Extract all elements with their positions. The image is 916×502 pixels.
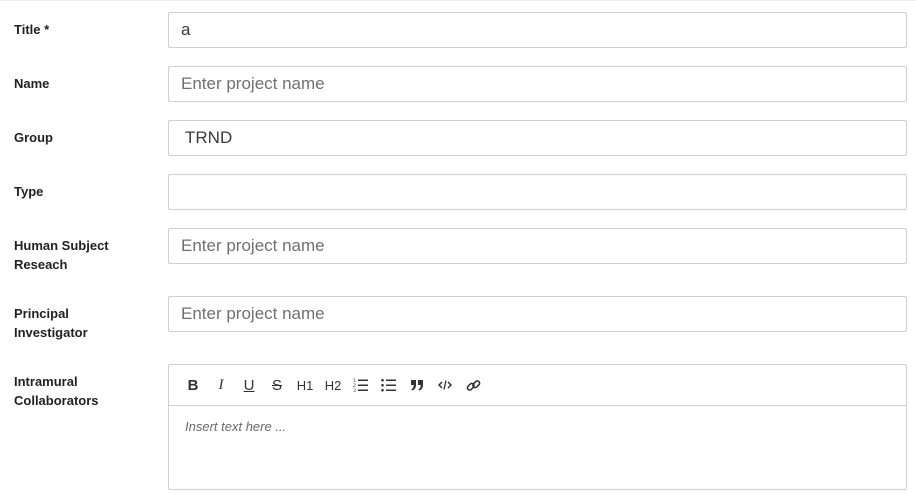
- group-input[interactable]: [168, 120, 907, 156]
- human-subject-label-line2: Reseach: [14, 257, 68, 272]
- title-input[interactable]: [168, 12, 907, 48]
- bold-icon[interactable]: B: [179, 371, 207, 399]
- name-label: Name: [14, 76, 50, 91]
- heading-2-icon[interactable]: H2: [319, 371, 347, 399]
- intramural-collaborators-label-line2: Collaborators: [14, 393, 99, 408]
- italic-icon[interactable]: I: [207, 371, 235, 399]
- heading-1-icon[interactable]: H1: [291, 371, 319, 399]
- svg-text:3: 3: [353, 388, 356, 392]
- intramural-collaborators-label-line1: Intramural: [14, 374, 78, 389]
- underline-icon[interactable]: U: [235, 371, 263, 399]
- principal-investigator-label: Principal Investigator: [14, 304, 154, 342]
- principal-investigator-label-line2: Investigator: [14, 325, 88, 340]
- human-subject-label: Human Subject Reseach: [14, 236, 154, 274]
- strikethrough-icon[interactable]: S: [263, 371, 291, 399]
- principal-investigator-label-line1: Principal: [14, 306, 69, 321]
- name-input[interactable]: [168, 66, 907, 102]
- top-divider: [0, 0, 916, 1]
- title-label: Title *: [14, 22, 50, 37]
- human-subject-input[interactable]: [168, 228, 907, 264]
- blockquote-icon[interactable]: [403, 371, 431, 399]
- intramural-collaborators-label: Intramural Collaborators: [14, 372, 154, 410]
- rich-text-editor: B I U S H1 H2 1 2 3 Insert text here ...: [168, 364, 907, 490]
- type-label: Type: [14, 184, 44, 199]
- group-label: Group: [14, 130, 53, 145]
- principal-investigator-input[interactable]: [168, 296, 907, 332]
- editor-text-area[interactable]: Insert text here ...: [169, 406, 906, 447]
- code-icon[interactable]: [431, 371, 459, 399]
- link-icon[interactable]: [459, 371, 487, 399]
- editor-toolbar: B I U S H1 H2 1 2 3: [169, 365, 906, 406]
- human-subject-label-line1: Human Subject: [14, 238, 109, 253]
- type-input[interactable]: [168, 174, 907, 210]
- editor-placeholder: Insert text here ...: [185, 419, 287, 434]
- ordered-list-icon[interactable]: 1 2 3: [347, 371, 375, 399]
- bullet-list-icon[interactable]: [375, 371, 403, 399]
